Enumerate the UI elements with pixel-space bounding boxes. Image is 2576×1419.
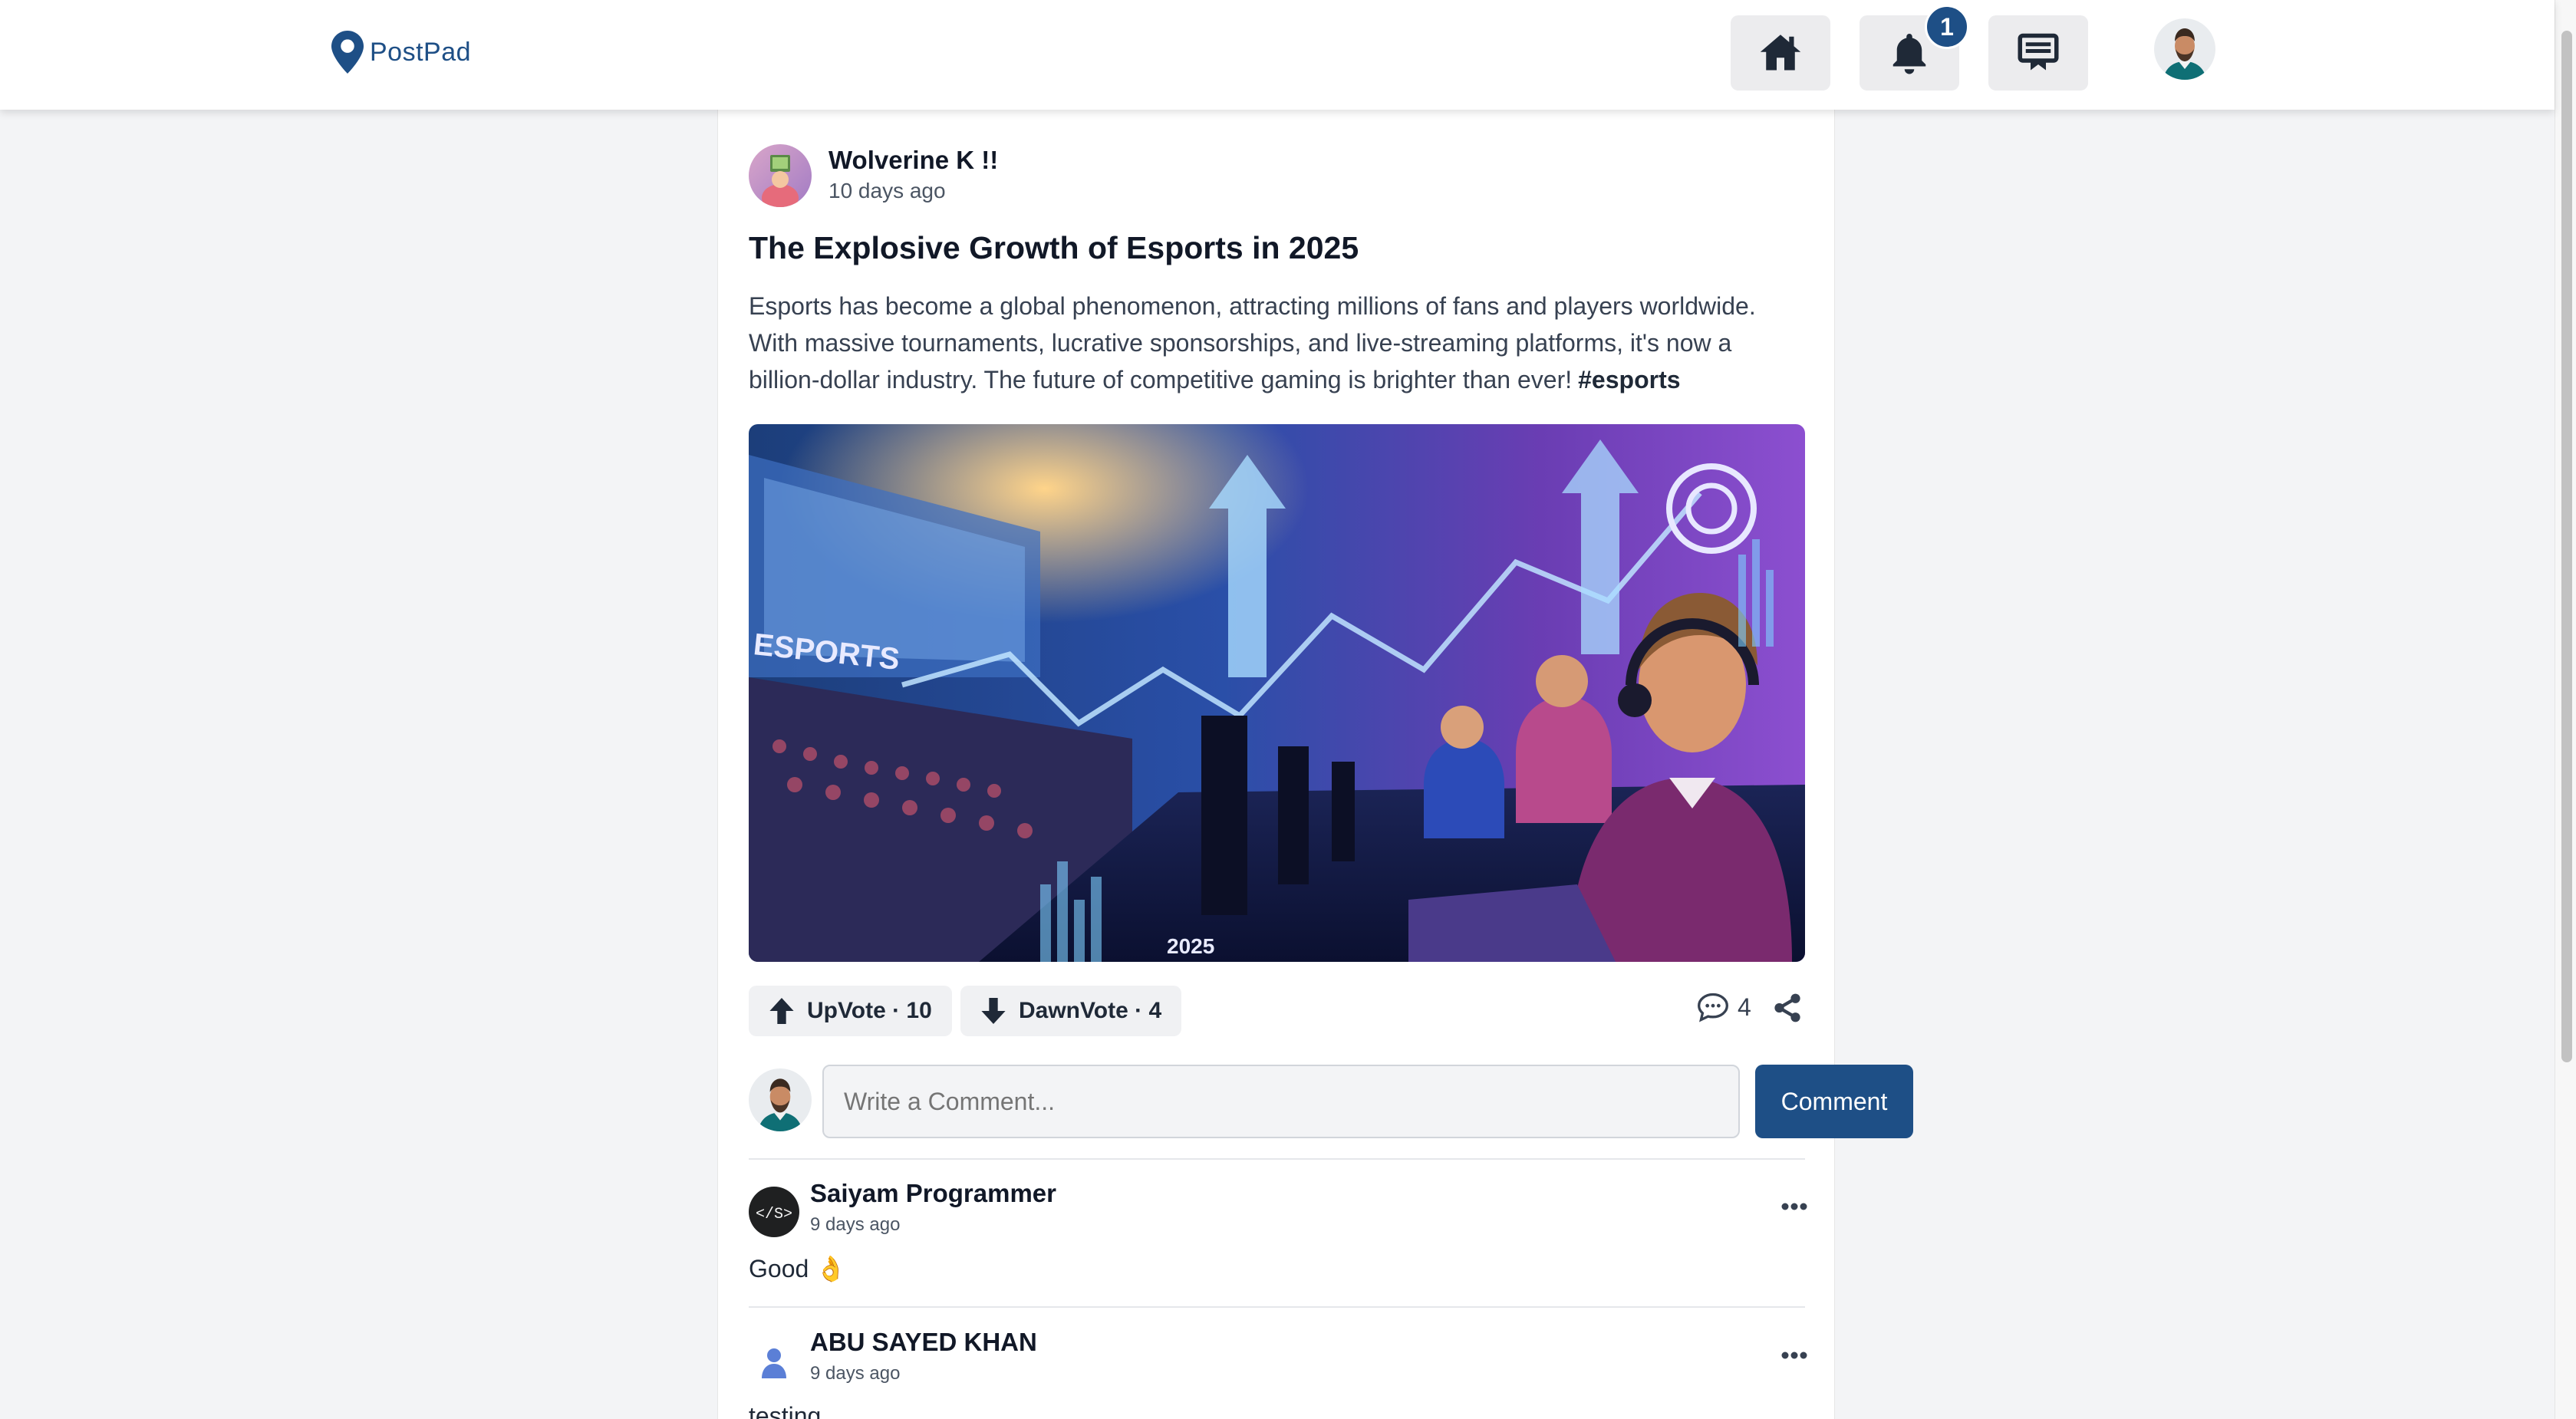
user-photo-icon (2154, 18, 2215, 80)
author-photo-icon (749, 144, 812, 207)
comment-timestamp: 9 days ago (810, 1363, 901, 1384)
esports-artwork-image: ESPORTS 2025 (749, 424, 1805, 962)
comment-input[interactable] (822, 1065, 1740, 1138)
comment-author-name[interactable]: ABU SAYED KHAN (810, 1328, 1037, 1357)
comment-text: testing (749, 1402, 822, 1419)
bell-icon (1892, 34, 1926, 74)
home-icon (1760, 35, 1801, 71)
comment-submit-button[interactable]: Comment (1755, 1065, 1913, 1138)
code-logo-icon: </S> (749, 1187, 799, 1237)
home-button[interactable] (1731, 15, 1830, 91)
profile-avatar[interactable] (2154, 18, 2215, 80)
top-navbar: PostPad 1 (0, 0, 2555, 110)
user-photo-icon (749, 1068, 812, 1131)
comment-text: Good 👌 (749, 1255, 847, 1282)
more-horizontal-icon[interactable] (1780, 1351, 1808, 1360)
message-icon (2018, 33, 2059, 71)
divider (749, 1158, 1805, 1160)
comments-toggle[interactable]: 4 (1696, 990, 1751, 1024)
logo-text: PostPad (370, 37, 472, 67)
upvote-label: UpVote · 10 (807, 998, 932, 1023)
arrow-up-icon (769, 998, 794, 1024)
comment-bubble-icon (1698, 993, 1728, 1022)
divider (749, 1306, 1805, 1308)
notification-badge: 1 (1925, 5, 1969, 49)
downvote-label: DawnVote · 4 (1019, 998, 1162, 1023)
comment-author-avatar[interactable]: </S> (749, 1187, 799, 1237)
messages-button[interactable] (1988, 15, 2088, 91)
comment-author-avatar[interactable] (749, 1337, 799, 1388)
more-horizontal-icon[interactable] (1780, 1202, 1808, 1211)
post-card: Wolverine K !! 10 days ago The Explosive… (717, 110, 1913, 1419)
post-image[interactable]: ESPORTS 2025 (749, 424, 1805, 962)
image-text-year: 2025 (1167, 934, 1214, 958)
upvote-button[interactable]: UpVote · 10 (749, 986, 952, 1036)
author-avatar[interactable] (749, 144, 812, 207)
logo[interactable]: PostPad (331, 31, 471, 74)
arrow-down-icon (981, 998, 1006, 1024)
post-body: Esports has become a global phenomenon, … (749, 288, 1807, 398)
post-author-name[interactable]: Wolverine K !! (828, 146, 998, 175)
comment-count: 4 (1738, 993, 1751, 1021)
comment-author-name[interactable]: Saiyam Programmer (810, 1179, 1056, 1208)
post-title: The Explosive Growth of Esports in 2025 (749, 230, 1359, 265)
post-timestamp: 10 days ago (828, 179, 946, 202)
downvote-button[interactable]: DawnVote · 4 (960, 986, 1182, 1036)
comment-timestamp: 9 days ago (810, 1214, 901, 1235)
user-icon (749, 1337, 799, 1388)
share-icon[interactable] (1771, 992, 1804, 1024)
page-scrollbar[interactable] (2555, 0, 2576, 1419)
scrollbar-thumb[interactable] (2561, 31, 2572, 1062)
current-user-avatar (749, 1068, 812, 1131)
post-hashtag[interactable]: #esports (1578, 366, 1680, 393)
location-pin-icon (331, 31, 364, 74)
avatar-code-text: </S> (756, 1206, 792, 1223)
